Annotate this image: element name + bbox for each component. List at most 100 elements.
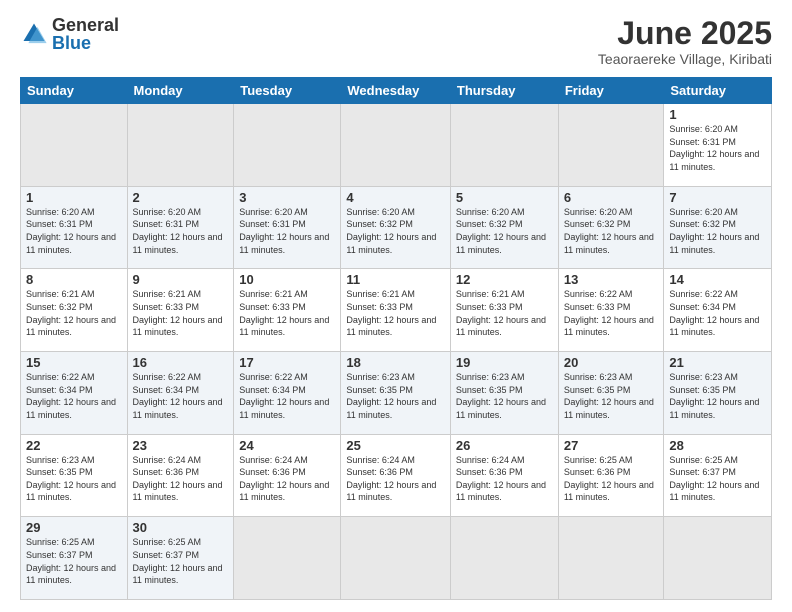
- day-number: 2: [133, 190, 229, 205]
- table-row: [664, 517, 772, 600]
- day-number: 29: [26, 520, 122, 535]
- logo-text: General Blue: [52, 16, 119, 52]
- table-row: [450, 517, 558, 600]
- day-number: 9: [133, 272, 229, 287]
- day-number: 11: [346, 272, 445, 287]
- day-number: 6: [564, 190, 659, 205]
- day-number: 14: [669, 272, 766, 287]
- day-number: 20: [564, 355, 659, 370]
- table-row: 6 Sunrise: 6:20 AMSunset: 6:32 PMDayligh…: [558, 186, 664, 269]
- day-info: Sunrise: 6:22 AMSunset: 6:34 PMDaylight:…: [669, 289, 759, 337]
- table-row: 2 Sunrise: 6:20 AMSunset: 6:31 PMDayligh…: [127, 186, 234, 269]
- day-info: Sunrise: 6:20 AMSunset: 6:31 PMDaylight:…: [26, 207, 116, 255]
- table-row: 9 Sunrise: 6:21 AMSunset: 6:33 PMDayligh…: [127, 269, 234, 352]
- day-info: Sunrise: 6:24 AMSunset: 6:36 PMDaylight:…: [239, 455, 329, 503]
- day-info: Sunrise: 6:20 AMSunset: 6:31 PMDaylight:…: [239, 207, 329, 255]
- day-info: Sunrise: 6:25 AMSunset: 6:37 PMDaylight:…: [26, 537, 116, 585]
- logo-general: General: [52, 16, 119, 34]
- table-row: 16 Sunrise: 6:22 AMSunset: 6:34 PMDaylig…: [127, 352, 234, 435]
- day-info: Sunrise: 6:24 AMSunset: 6:36 PMDaylight:…: [456, 455, 546, 503]
- table-row: 20 Sunrise: 6:23 AMSunset: 6:35 PMDaylig…: [558, 352, 664, 435]
- table-row: [558, 104, 664, 187]
- table-row: 5 Sunrise: 6:20 AMSunset: 6:32 PMDayligh…: [450, 186, 558, 269]
- col-monday: Monday: [127, 78, 234, 104]
- day-info: Sunrise: 6:21 AMSunset: 6:32 PMDaylight:…: [26, 289, 116, 337]
- col-friday: Friday: [558, 78, 664, 104]
- table-row: 12 Sunrise: 6:21 AMSunset: 6:33 PMDaylig…: [450, 269, 558, 352]
- calendar-week-row: 8 Sunrise: 6:21 AMSunset: 6:32 PMDayligh…: [21, 269, 772, 352]
- day-number: 1: [669, 107, 766, 122]
- logo: General Blue: [20, 16, 119, 52]
- day-number: 12: [456, 272, 553, 287]
- calendar-week-row: 1 Sunrise: 6:20 AMSunset: 6:31 PMDayligh…: [21, 104, 772, 187]
- calendar-week-row: 1 Sunrise: 6:20 AMSunset: 6:31 PMDayligh…: [21, 186, 772, 269]
- table-row: 23 Sunrise: 6:24 AMSunset: 6:36 PMDaylig…: [127, 434, 234, 517]
- table-row: 13 Sunrise: 6:22 AMSunset: 6:33 PMDaylig…: [558, 269, 664, 352]
- col-saturday: Saturday: [664, 78, 772, 104]
- day-number: 15: [26, 355, 122, 370]
- day-info: Sunrise: 6:21 AMSunset: 6:33 PMDaylight:…: [133, 289, 223, 337]
- day-number: 22: [26, 438, 122, 453]
- day-number: 8: [26, 272, 122, 287]
- table-row: 29 Sunrise: 6:25 AMSunset: 6:37 PMDaylig…: [21, 517, 128, 600]
- day-info: Sunrise: 6:21 AMSunset: 6:33 PMDaylight:…: [456, 289, 546, 337]
- table-row: 3 Sunrise: 6:20 AMSunset: 6:31 PMDayligh…: [234, 186, 341, 269]
- col-sunday: Sunday: [21, 78, 128, 104]
- day-number: 5: [456, 190, 553, 205]
- table-row: 21 Sunrise: 6:23 AMSunset: 6:35 PMDaylig…: [664, 352, 772, 435]
- day-number: 16: [133, 355, 229, 370]
- day-info: Sunrise: 6:20 AMSunset: 6:31 PMDaylight:…: [133, 207, 223, 255]
- day-info: Sunrise: 6:22 AMSunset: 6:34 PMDaylight:…: [26, 372, 116, 420]
- day-number: 3: [239, 190, 335, 205]
- day-info: Sunrise: 6:23 AMSunset: 6:35 PMDaylight:…: [346, 372, 436, 420]
- day-info: Sunrise: 6:23 AMSunset: 6:35 PMDaylight:…: [456, 372, 546, 420]
- table-row: [21, 104, 128, 187]
- logo-blue: Blue: [52, 34, 119, 52]
- header: General Blue June 2025 Teaoraereke Villa…: [20, 16, 772, 67]
- col-tuesday: Tuesday: [234, 78, 341, 104]
- table-row: 27 Sunrise: 6:25 AMSunset: 6:36 PMDaylig…: [558, 434, 664, 517]
- month-title: June 2025: [598, 16, 772, 51]
- day-info: Sunrise: 6:25 AMSunset: 6:37 PMDaylight:…: [133, 537, 223, 585]
- day-number: 21: [669, 355, 766, 370]
- table-row: 8 Sunrise: 6:21 AMSunset: 6:32 PMDayligh…: [21, 269, 128, 352]
- day-number: 1: [26, 190, 122, 205]
- day-info: Sunrise: 6:22 AMSunset: 6:33 PMDaylight:…: [564, 289, 654, 337]
- day-number: 27: [564, 438, 659, 453]
- day-info: Sunrise: 6:20 AMSunset: 6:32 PMDaylight:…: [456, 207, 546, 255]
- day-info: Sunrise: 6:24 AMSunset: 6:36 PMDaylight:…: [133, 455, 223, 503]
- day-number: 7: [669, 190, 766, 205]
- table-row: [234, 104, 341, 187]
- day-number: 24: [239, 438, 335, 453]
- calendar-header-row: Sunday Monday Tuesday Wednesday Thursday…: [21, 78, 772, 104]
- table-row: 18 Sunrise: 6:23 AMSunset: 6:35 PMDaylig…: [341, 352, 451, 435]
- day-info: Sunrise: 6:21 AMSunset: 6:33 PMDaylight:…: [239, 289, 329, 337]
- calendar-week-row: 29 Sunrise: 6:25 AMSunset: 6:37 PMDaylig…: [21, 517, 772, 600]
- table-row: 30 Sunrise: 6:25 AMSunset: 6:37 PMDaylig…: [127, 517, 234, 600]
- logo-icon: [20, 20, 48, 48]
- table-row: 1 Sunrise: 6:20 AMSunset: 6:31 PMDayligh…: [21, 186, 128, 269]
- calendar: Sunday Monday Tuesday Wednesday Thursday…: [20, 77, 772, 600]
- table-row: [450, 104, 558, 187]
- table-row: 7 Sunrise: 6:20 AMSunset: 6:32 PMDayligh…: [664, 186, 772, 269]
- table-row: 28 Sunrise: 6:25 AMSunset: 6:37 PMDaylig…: [664, 434, 772, 517]
- table-row: 1 Sunrise: 6:20 AMSunset: 6:31 PMDayligh…: [664, 104, 772, 187]
- day-number: 19: [456, 355, 553, 370]
- day-number: 13: [564, 272, 659, 287]
- day-number: 30: [133, 520, 229, 535]
- col-thursday: Thursday: [450, 78, 558, 104]
- day-info: Sunrise: 6:23 AMSunset: 6:35 PMDaylight:…: [26, 455, 116, 503]
- day-number: 4: [346, 190, 445, 205]
- location: Teaoraereke Village, Kiribati: [598, 51, 772, 67]
- table-row: 17 Sunrise: 6:22 AMSunset: 6:34 PMDaylig…: [234, 352, 341, 435]
- day-info: Sunrise: 6:20 AMSunset: 6:31 PMDaylight:…: [669, 124, 759, 172]
- table-row: 24 Sunrise: 6:24 AMSunset: 6:36 PMDaylig…: [234, 434, 341, 517]
- table-row: 19 Sunrise: 6:23 AMSunset: 6:35 PMDaylig…: [450, 352, 558, 435]
- table-row: [127, 104, 234, 187]
- day-info: Sunrise: 6:23 AMSunset: 6:35 PMDaylight:…: [669, 372, 759, 420]
- day-info: Sunrise: 6:25 AMSunset: 6:37 PMDaylight:…: [669, 455, 759, 503]
- table-row: 4 Sunrise: 6:20 AMSunset: 6:32 PMDayligh…: [341, 186, 451, 269]
- day-number: 10: [239, 272, 335, 287]
- day-info: Sunrise: 6:22 AMSunset: 6:34 PMDaylight:…: [239, 372, 329, 420]
- calendar-week-row: 15 Sunrise: 6:22 AMSunset: 6:34 PMDaylig…: [21, 352, 772, 435]
